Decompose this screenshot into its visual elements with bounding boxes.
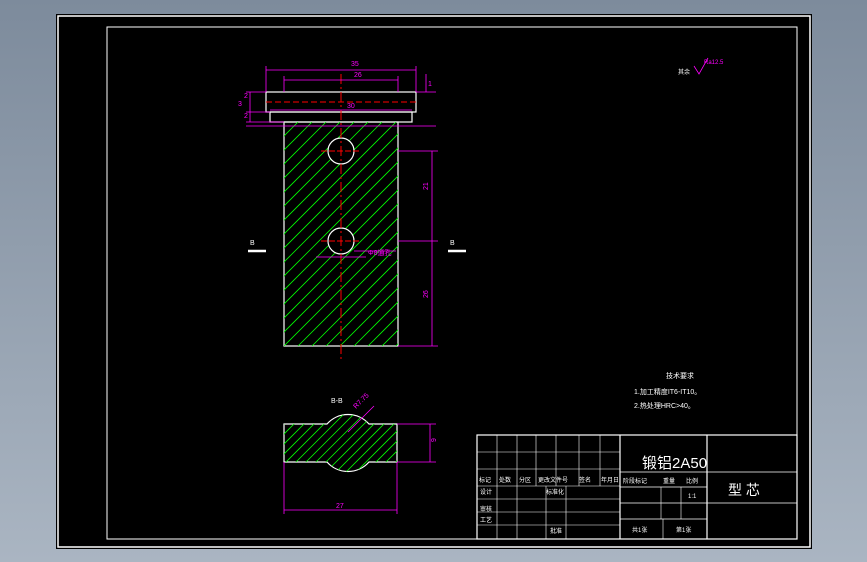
hatch-line: [284, 414, 345, 472]
dim-3: 3: [238, 101, 242, 108]
hatch-line: [284, 414, 285, 472]
title-block-header-cell: 处数: [499, 476, 511, 484]
dimension-texts: 35 26 30 1 3 2 2 21 26 Φ8通孔 9 27 R7.75: [238, 61, 438, 510]
material-text: 锻铝2A50: [642, 455, 707, 472]
hatch-line: [284, 122, 341, 179]
hatch-line: [325, 273, 398, 346]
sheets-total: 共1张: [632, 526, 647, 534]
hatch-line: [284, 414, 335, 472]
dim-hole: Φ8通孔: [368, 248, 391, 257]
hatch-line: [284, 414, 365, 472]
dim-26b: 26: [423, 290, 430, 298]
title-block-header-cell: 标记: [479, 476, 491, 484]
drawing-sheet: B B 35 26 30 1 3 2 2 21 26 Φ8通孔 9 27 R7.…: [56, 14, 812, 549]
title-block-header-cell: 分区: [519, 476, 531, 484]
section-title: B-B: [331, 398, 343, 405]
hatch-line: [284, 414, 375, 472]
hatch-line: [284, 414, 315, 472]
label-scale: 比例: [686, 477, 698, 485]
dim-r: R7.75: [352, 392, 370, 410]
hatch-line: [385, 414, 397, 472]
hatch-line: [284, 217, 398, 333]
hatch-line: [325, 414, 397, 472]
section-outline: [283, 414, 398, 472]
dim-2a: 2: [244, 93, 248, 100]
technical-requirements: 技术要求 1.加工精度IT6-IT10。 2.热处理HRC>40。: [634, 371, 701, 410]
hatch-line: [284, 147, 398, 263]
dim-2b: 2: [244, 113, 248, 120]
cad-viewport[interactable]: B B 35 26 30 1 3 2 2 21 26 Φ8通孔 9 27 R7.…: [0, 0, 867, 562]
label-weight: 重量: [663, 477, 675, 485]
label-stage: 阶段标记: [623, 477, 647, 485]
hatch-line: [284, 133, 398, 249]
dim-21: 21: [423, 182, 430, 190]
scale-value: 1:1: [688, 494, 697, 500]
dim-27: 27: [336, 503, 344, 510]
hatch-line: [381, 329, 398, 346]
label-design: 设计: [480, 488, 492, 496]
title-block-header-cell: 签名: [579, 476, 591, 484]
hatch-line: [295, 414, 395, 472]
hatch-line: [284, 122, 285, 123]
label-approve: 批准: [550, 527, 562, 535]
hatch-line: [284, 161, 398, 277]
dim-35: 35: [351, 61, 359, 68]
hatch-line: [284, 414, 295, 472]
section-hatch: [284, 414, 397, 472]
part-name: 型 芯: [728, 482, 760, 498]
roughness-value: Ra12.5: [704, 60, 724, 66]
hatch-line: [335, 414, 397, 472]
hatch-line: [365, 414, 397, 472]
section-view: B-B: [283, 398, 436, 514]
sheet-number: 第1张: [676, 526, 691, 534]
title-block-header-cell: 更改文件号: [538, 476, 568, 484]
hatch-line: [284, 122, 355, 193]
label-standard: 标准化: [546, 488, 564, 496]
section-mark-right: B: [450, 240, 455, 247]
hatch-line: [345, 414, 397, 472]
dim-26: 26: [354, 72, 362, 79]
hatch-line: [315, 414, 397, 472]
roughness-note-text: 其余: [678, 68, 690, 76]
hatch-line: [284, 414, 325, 472]
hatch-line: [284, 122, 327, 165]
label-check: 审核: [480, 505, 492, 513]
roughness-note: 其余 Ra12.5: [678, 57, 724, 76]
hatch-line: [353, 301, 398, 346]
tech-title: 技术要求: [666, 371, 694, 380]
hatch-line: [339, 287, 398, 346]
hatch-line: [375, 414, 397, 472]
title-block: 锻铝2A50 型 芯 标记 处数 分区 更改文件号 签名 年月日 设计 标准化 审核 工艺…: [476, 434, 798, 540]
section-mark-left: B: [250, 240, 255, 247]
tech-line-2: 2.热处理HRC>40。: [634, 401, 695, 410]
hatch-line: [284, 122, 313, 151]
hatch-line: [395, 343, 398, 346]
hatch-line: [284, 122, 299, 137]
label-process: 工艺: [480, 516, 492, 524]
dim-9: 9: [431, 438, 438, 442]
hatch-line: [284, 231, 398, 346]
dim-30: 30: [347, 103, 355, 110]
main-view: B B: [248, 74, 466, 362]
dim-1: 1: [428, 81, 432, 88]
hatch-line: [284, 414, 305, 472]
hatch-line: [284, 203, 398, 319]
hatch-line: [285, 414, 385, 472]
dimension-lines: [246, 66, 438, 347]
drawing-canvas[interactable]: B B 35 26 30 1 3 2 2 21 26 Φ8通孔 9 27 R7.…: [56, 14, 812, 549]
hatch-line: [355, 414, 397, 472]
title-block-header-cell: 年月日: [601, 476, 619, 484]
hatch-line: [367, 315, 398, 346]
tech-line-1: 1.加工精度IT6-IT10。: [634, 387, 701, 396]
hatch-line: [284, 414, 355, 472]
